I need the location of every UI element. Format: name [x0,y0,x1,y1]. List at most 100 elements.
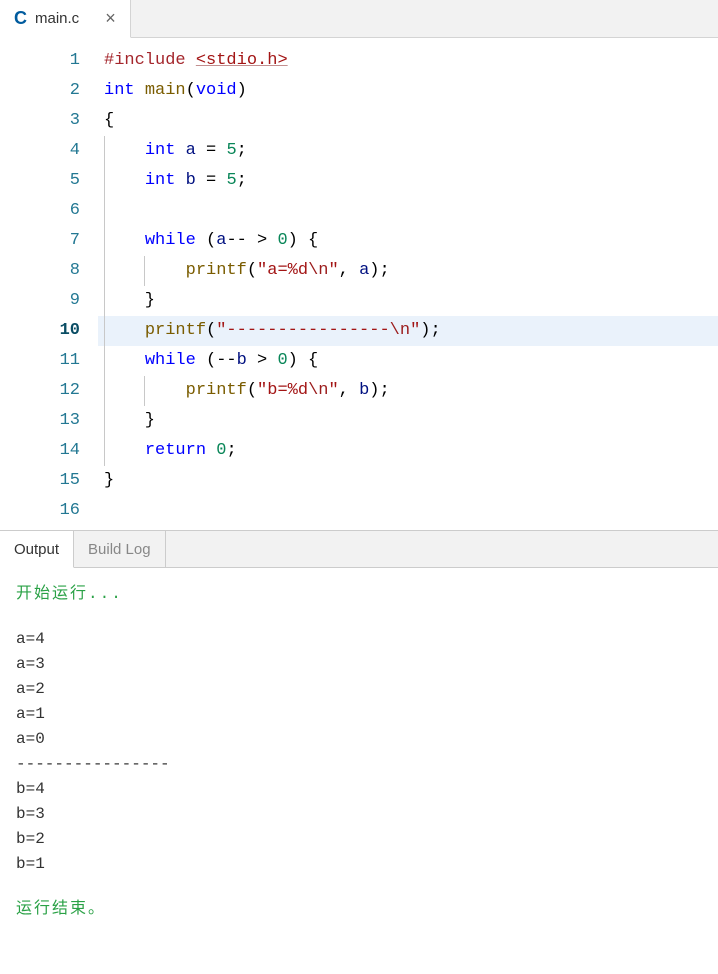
output-end-msg: 运行结束。 [16,897,702,922]
line-number: 13 [0,406,80,436]
token-num: 0 [216,441,226,460]
code-line[interactable] [98,496,718,526]
token-punct: { [104,111,114,130]
token-str: " [328,381,338,400]
token-punct: } [104,291,155,310]
token-punct [104,231,145,250]
token-punct: ); [420,321,440,340]
token-var: b [359,381,369,400]
token-var: a [186,141,196,160]
output-start-msg: 开始运行... [16,582,702,607]
token-inc: <stdio.h> [196,51,288,70]
code-line[interactable]: int b = 5; [98,166,718,196]
line-number: 2 [0,76,80,106]
token-var: b [186,171,196,190]
output-line: a=0 [16,727,702,752]
line-number: 4 [0,136,80,166]
token-punct: , [339,381,359,400]
token-num: 5 [226,141,236,160]
file-tab-bar: C main.c × [0,0,718,38]
token-punct [175,171,185,190]
c-file-icon: C [14,8,27,29]
code-line[interactable]: } [98,406,718,436]
line-number: 14 [0,436,80,466]
token-punct: ); [369,261,389,280]
code-line[interactable]: while (a-- > 0) { [98,226,718,256]
token-op: > [257,231,267,250]
file-tab-main-c[interactable]: C main.c × [0,0,131,38]
code-editor[interactable]: 12345678910111213141516 #include <stdio.… [0,38,718,530]
code-line[interactable]: return 0; [98,436,718,466]
output-lines: a=4a=3a=2a=1a=0----------------b=4b=3b=2… [16,627,702,877]
token-num: 0 [277,351,287,370]
code-line[interactable]: while (--b > 0) { [98,346,718,376]
output-line: b=3 [16,802,702,827]
output-panel: 开始运行... a=4a=3a=2a=1a=0----------------b… [0,568,718,936]
tab-output[interactable]: Output [0,531,74,568]
code-line[interactable]: printf("----------------\n"); [98,316,718,346]
token-type: void [196,81,237,100]
code-line[interactable]: { [98,106,718,136]
tab-build-log[interactable]: Build Log [74,531,166,567]
output-line: b=1 [16,852,702,877]
token-punct [267,231,277,250]
token-fn: printf [186,381,247,400]
token-kw: return [145,441,206,460]
code-line[interactable]: } [98,286,718,316]
token-esc: \n [308,381,328,400]
token-punct: ; [237,141,247,160]
line-number: 16 [0,496,80,526]
token-op: > [257,351,267,370]
token-var: a [359,261,369,280]
token-punct: , [339,261,359,280]
code-line[interactable]: #include <stdio.h> [98,46,718,76]
token-fn: main [145,81,186,100]
code-area[interactable]: #include <stdio.h>int main(void) { int a … [98,38,718,530]
token-kw: while [145,351,196,370]
token-kw: while [145,231,196,250]
close-icon[interactable]: × [105,8,116,29]
token-punct: ( [206,321,216,340]
token-punct: ( [196,351,216,370]
line-number-gutter: 12345678910111213141516 [0,38,98,530]
token-type: int [104,81,135,100]
token-punct: ( [247,261,257,280]
token-op: = [206,141,216,160]
token-esc: \n [308,261,328,280]
token-punct: ( [186,81,196,100]
token-punct: ; [237,171,247,190]
file-tab-label: main.c [35,10,79,27]
token-fn: printf [145,321,206,340]
output-line: b=4 [16,777,702,802]
token-type: int [145,171,176,190]
token-punct: ( [247,381,257,400]
token-str: "---------------- [216,321,389,340]
token-punct [104,141,145,160]
output-line: a=2 [16,677,702,702]
line-number: 15 [0,466,80,496]
output-line: a=1 [16,702,702,727]
bottom-tab-bar: Output Build Log [0,530,718,568]
token-punct: ( [196,231,216,250]
token-punct [104,441,145,460]
token-str: "a=%d [257,261,308,280]
line-number: 3 [0,106,80,136]
token-punct [135,81,145,100]
token-var: a [216,231,226,250]
token-var: b [237,351,247,370]
code-line[interactable]: int main(void) [98,76,718,106]
code-line[interactable]: printf("a=%d\n", a); [98,256,718,286]
line-number: 6 [0,196,80,226]
output-line: a=3 [16,652,702,677]
code-line[interactable]: printf("b=%d\n", b); [98,376,718,406]
token-str: "b=%d [257,381,308,400]
token-punct: } [104,471,114,490]
output-line: b=2 [16,827,702,852]
token-fn: printf [186,261,247,280]
code-line[interactable]: int a = 5; [98,136,718,166]
token-esc: \n [390,321,410,340]
code-line[interactable] [98,196,718,226]
token-punct [104,321,145,340]
code-line[interactable]: } [98,466,718,496]
line-number: 10 [0,316,80,346]
